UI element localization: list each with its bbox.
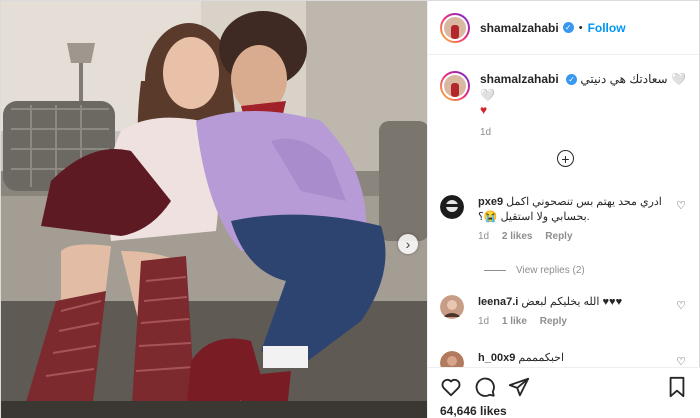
photo-illustration: [1, 1, 427, 418]
like-comment-heart-icon[interactable]: ♡: [676, 199, 686, 212]
verified-badge-icon: ✓: [562, 22, 574, 33]
comment-body: الله يخليكم لبعض ♥♥♥: [521, 296, 623, 308]
like-heart-icon[interactable]: [440, 376, 462, 398]
save-bookmark-icon[interactable]: [666, 376, 688, 398]
view-replies-label: View replies (2): [516, 265, 585, 276]
reply-button[interactable]: Reply: [540, 316, 567, 327]
comment-username[interactable]: pxe9: [478, 196, 503, 208]
comment-text: pxe9 ادري محد يهتم بس تنصحوني اكمل بحساب…: [478, 195, 668, 225]
comment-body: ادري محد يهتم بس تنصحوني اكمل بحسابي ولا…: [478, 196, 662, 223]
caption-username[interactable]: shamalzahabi: [480, 72, 559, 86]
comment-username[interactable]: leena7.i: [478, 296, 518, 308]
comment-time: 1d: [478, 231, 490, 242]
comment-text: leena7.i الله يخليكم لبعض ♥♥♥: [478, 295, 668, 310]
commenter-avatar[interactable]: [440, 195, 464, 219]
follow-button[interactable]: Follow: [588, 21, 626, 35]
like-comment-heart-icon[interactable]: ♡: [676, 299, 686, 312]
comment-bubble-icon[interactable]: [474, 376, 496, 398]
comment-item: pxe9 ادري محد يهتم بس تنصحوني اكمل بحساب…: [440, 195, 690, 242]
caption-avatar[interactable]: [440, 71, 470, 101]
comment-likes[interactable]: 2 likes: [502, 231, 533, 242]
caption-verified-icon: ✓: [566, 74, 578, 86]
comment-item: leena7.i الله يخليكم لبعض ♥♥♥ 1d 1 like …: [440, 295, 690, 327]
post-side-panel: shamalzahabi ✓ • Follow shamalzahabi ✓ س…: [427, 1, 700, 418]
instagram-post-window: › shamalzahabi ✓ • Follow shamalzahabi ✓…: [0, 0, 700, 418]
caption-time: 1d: [480, 127, 492, 138]
commenter-avatar[interactable]: [440, 295, 464, 319]
post-header: shamalzahabi ✓ • Follow: [428, 1, 699, 55]
view-replies-link[interactable]: View replies (2): [484, 265, 585, 276]
author-avatar[interactable]: [440, 12, 470, 43]
caption-line: shamalzahabi ✓ سعادتك هي دنيتي 🤍🤍: [480, 71, 687, 103]
likes-count[interactable]: 64,646 likes: [440, 404, 688, 418]
post-photo[interactable]: ›: [1, 1, 427, 418]
comment-body: احبكمممم: [518, 352, 565, 364]
load-more-comments-icon[interactable]: +: [557, 150, 574, 167]
post-caption: shamalzahabi ✓ سعادتك هي دنيتي 🤍🤍 ♥ 1d: [428, 55, 699, 138]
reply-button[interactable]: Reply: [545, 231, 572, 242]
comment-meta: 1d 2 likes Reply: [478, 231, 668, 242]
caption-heart-icon: ♥: [480, 103, 488, 117]
comment-text: h_00x9 احبكمممم: [478, 351, 668, 366]
share-plane-icon[interactable]: [508, 376, 530, 398]
comment-time: 1d: [478, 316, 490, 327]
comment-meta: 1d 1 like Reply: [478, 316, 668, 327]
comment-likes[interactable]: 1 like: [502, 316, 527, 327]
separator-dot: •: [578, 21, 583, 34]
author-username[interactable]: shamalzahabi: [480, 21, 559, 35]
post-actions-bar: 64,646 likes: [428, 367, 700, 418]
comment-username[interactable]: h_00x9: [478, 352, 515, 364]
next-photo-button[interactable]: ›: [398, 234, 418, 254]
